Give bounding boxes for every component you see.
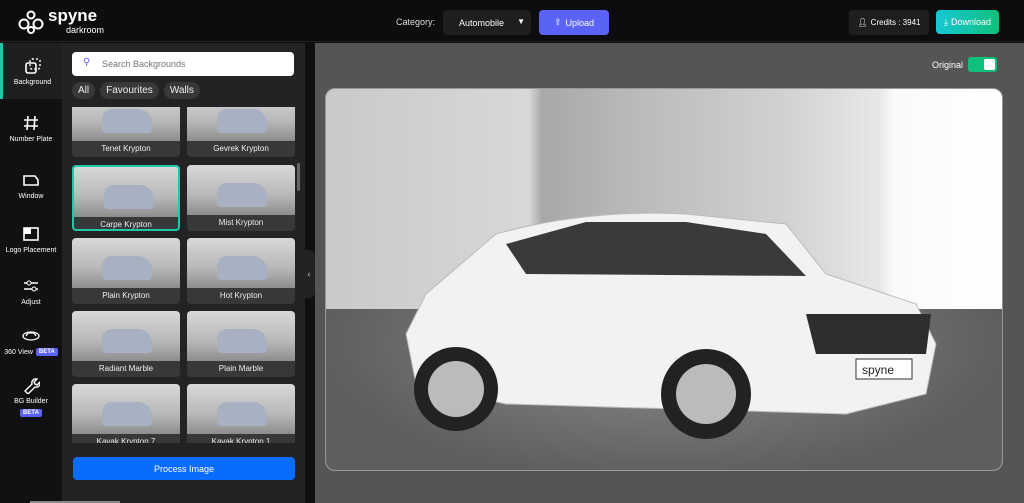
brand-sub: darkroom — [66, 25, 105, 35]
background-tile[interactable]: Hot Krypton — [187, 238, 295, 304]
credits-button[interactable]: 👤︎ Credits : 3941 — [849, 10, 929, 35]
chevron-left-icon: ‹ — [307, 269, 311, 279]
original-label: Original — [931, 59, 963, 70]
sidebar-item-adjust[interactable]: Adjust — [0, 263, 62, 319]
background-tile[interactable]: Tenet Krypton — [72, 107, 180, 157]
credits-label: Credits : 3941 — [870, 18, 921, 27]
original-toggle[interactable] — [968, 57, 997, 72]
sidebar-label: BG Builder — [14, 397, 48, 405]
tile-label: Kavak Krypton 1 — [211, 437, 271, 443]
background-tile[interactable]: Kavak Krypton 1 — [187, 384, 295, 443]
background-preview — [187, 238, 295, 288]
filter-favourites[interactable]: Favourites — [100, 82, 159, 99]
background-preview — [187, 107, 295, 141]
background-icon — [24, 57, 41, 74]
sidebar-label: Number Plate — [9, 135, 53, 143]
upload-label: Upload — [565, 17, 595, 28]
background-preview — [74, 167, 178, 217]
tile-label: Plain Krypton — [102, 291, 150, 300]
sidebar-item-bg-builder[interactable]: BG Builder BETA — [0, 361, 62, 431]
sidebar-label: 360 View — [4, 348, 33, 356]
chevron-down-icon: ▼ — [517, 17, 525, 26]
search-box[interactable]: ⚲ — [72, 52, 294, 76]
sidebar-item-window[interactable]: Window — [0, 157, 62, 213]
hash-icon — [24, 115, 38, 130]
top-bar: spyne darkroom Category: Automobile ▼ ⇪ Upl… — [0, 0, 1024, 42]
sidebar-item-background[interactable]: Background — [0, 43, 62, 99]
sidebar-item-number-plate[interactable]: Number Plate — [0, 100, 62, 156]
search-input[interactable] — [102, 59, 272, 69]
panel-scrollbar[interactable] — [297, 163, 300, 191]
background-tile-selected[interactable]: Carpe Krypton — [72, 165, 180, 231]
background-preview — [187, 165, 295, 215]
background-preview — [187, 384, 295, 434]
background-tile[interactable]: Mist Krypton — [187, 165, 295, 231]
upload-button[interactable]: ⇪ Upload — [539, 10, 609, 35]
car-image: spyne — [405, 212, 937, 439]
background-tile[interactable]: Gevrek Krypton — [187, 107, 295, 157]
tile-label: Plain Marble — [218, 364, 264, 373]
tile-label: Kavak Krypton 7 — [96, 437, 156, 443]
filter-all[interactable]: All — [72, 82, 96, 99]
collapse-panel-button[interactable]: ‹ — [303, 250, 315, 298]
background-preview — [187, 311, 295, 361]
sidebar-label: Window — [18, 192, 44, 200]
original-toggle-group: Original — [932, 57, 997, 72]
logo-placement-icon — [23, 226, 39, 241]
plate-text: spyne — [862, 363, 894, 377]
background-tile[interactable]: Plain Marble — [187, 311, 295, 377]
wrench-icon — [24, 377, 40, 394]
spyne-logo[interactable]: spyne darkroom — [18, 6, 105, 35]
background-preview — [72, 238, 180, 288]
background-grid: Tenet Krypton Gevrek Krypton Carpe Krypt… — [72, 107, 296, 443]
tile-label: Mist Krypton — [218, 218, 264, 227]
tool-sidebar: Background Number Plate Window Logo Plac… — [0, 43, 62, 503]
sidebar-label: Background — [13, 78, 52, 86]
category-value: Automobile — [459, 17, 505, 28]
sidebar-item-logo-placement[interactable]: Logo Placement — [0, 211, 62, 267]
background-tile[interactable]: Radiant Marble — [72, 311, 180, 377]
window-icon — [23, 174, 39, 186]
category-select[interactable]: Automobile ▼ — [443, 10, 531, 35]
sliders-icon — [24, 280, 38, 291]
car-360-icon — [22, 331, 40, 341]
backgrounds-panel: ⚲ All Favourites Walls Tenet Krypton Gev… — [62, 43, 305, 503]
spyne-logo-icon — [18, 10, 44, 34]
download-label: Download — [950, 17, 991, 27]
process-image-button[interactable]: Process Image — [73, 457, 295, 480]
sidebar-label: Adjust — [21, 298, 41, 306]
beta-badge: BETA — [20, 408, 42, 417]
background-tile[interactable]: Kavak Krypton 7 — [72, 384, 180, 443]
tile-label: Carpe Krypton — [100, 220, 152, 229]
car-preview-image: spyne — [325, 88, 1003, 471]
preview-area: Original spyne — [315, 43, 1024, 503]
brand-name: spyne — [48, 6, 98, 25]
background-preview — [72, 311, 180, 361]
background-preview — [72, 107, 180, 141]
tile-label: Gevrek Krypton — [213, 144, 269, 153]
search-icon: ⚲ — [83, 57, 91, 68]
tile-label: Radiant Marble — [98, 364, 154, 373]
user-icon: 👤︎ — [857, 18, 868, 27]
filter-walls[interactable]: Walls — [163, 82, 200, 99]
background-tile[interactable]: Plain Krypton — [72, 238, 180, 304]
upload-icon: ⇪ — [553, 17, 562, 27]
download-button[interactable]: ⤓ Download — [936, 10, 999, 34]
download-icon: ⤓ — [943, 16, 948, 27]
beta-badge: BETA — [35, 348, 58, 356]
tile-label: Hot Krypton — [219, 291, 263, 300]
category-label: Category: — [396, 17, 436, 27]
background-preview — [72, 384, 180, 434]
tile-label: Tenet Krypton — [101, 144, 151, 153]
sidebar-label: Logo Placement — [5, 246, 57, 254]
